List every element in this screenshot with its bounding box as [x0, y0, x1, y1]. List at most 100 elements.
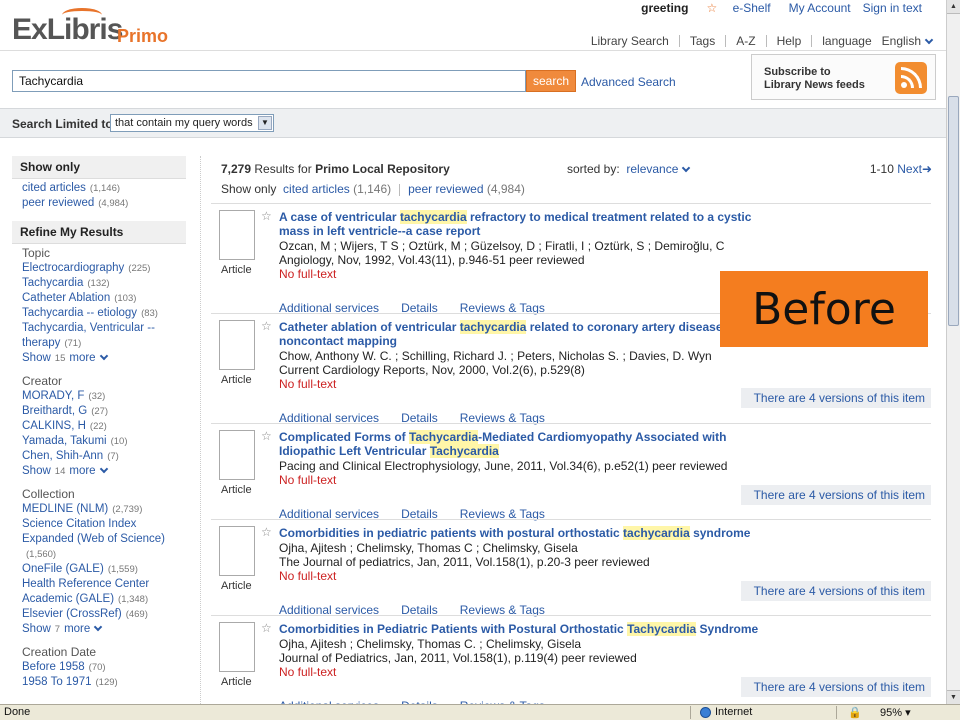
- language-value: English: [881, 34, 921, 48]
- result-title[interactable]: Comorbidities in pediatric patients with…: [279, 526, 779, 540]
- facet-item[interactable]: Breithardt, G (27): [22, 404, 186, 419]
- before-overlay-label: Before: [720, 271, 928, 347]
- facet-item[interactable]: Tachycardia, Ventricular -- therapy (71): [22, 321, 186, 351]
- next-page-link[interactable]: Next: [897, 162, 922, 176]
- facet-item[interactable]: Yamada, Takumi (10): [22, 434, 186, 449]
- scroll-thumb[interactable]: [948, 96, 959, 326]
- vertical-scrollbar[interactable]: ▲ ▼: [946, 0, 960, 704]
- results-panel: 7,279 Results for Primo Local Repository…: [200, 156, 940, 704]
- status-text: Done: [4, 706, 31, 718]
- scroll-down-icon[interactable]: ▼: [947, 690, 960, 704]
- nav-help[interactable]: Help: [765, 35, 812, 47]
- collection-show-more[interactable]: Show 7 more: [22, 622, 186, 637]
- dropdown-arrow-icon[interactable]: ▼: [258, 116, 272, 130]
- chevron-down-icon: [94, 622, 103, 632]
- result-thumbnail[interactable]: [219, 526, 255, 576]
- sign-in-link[interactable]: Sign in text: [857, 1, 928, 15]
- rss-icon[interactable]: [895, 62, 927, 94]
- nav-library-search[interactable]: Library Search: [581, 35, 679, 47]
- result-thumbnail[interactable]: [219, 430, 255, 480]
- rss-text-line1: Subscribe to: [764, 66, 831, 78]
- no-fulltext: No full-text: [279, 665, 337, 679]
- versions-link[interactable]: There are 4 versions of this item: [741, 581, 931, 601]
- result-source: Current Cardiology Reports, Nov, 2000, V…: [279, 363, 585, 377]
- chevron-down-icon: [682, 163, 691, 173]
- result-title[interactable]: A case of ventricular tachycardia refrac…: [279, 210, 779, 238]
- search-limit-value: that contain my query words: [115, 117, 253, 129]
- result-title[interactable]: Comorbidities in Pediatric Patients with…: [279, 622, 779, 636]
- results-show-only: Show only cited articles (1,146) peer rev…: [221, 182, 525, 196]
- result-thumbnail[interactable]: [219, 320, 255, 370]
- my-account-link[interactable]: My Account: [783, 1, 857, 15]
- result-title[interactable]: Catheter ablation of ventricular tachyca…: [279, 320, 779, 348]
- top-links: greeting ☆ e-Shelf My Account Sign in te…: [635, 0, 928, 16]
- nav-tags[interactable]: Tags: [678, 35, 725, 47]
- sort-control[interactable]: sorted by: relevance: [567, 162, 691, 176]
- eshelf-link[interactable]: ☆ e-Shelf: [694, 1, 782, 15]
- result-source: Journal of Pediatrics, Jan, 2011, Vol.15…: [279, 651, 637, 665]
- pager: 1-10 Next➜: [869, 162, 932, 176]
- star-icon[interactable]: ☆: [261, 209, 272, 223]
- search-input[interactable]: Tachycardia: [12, 70, 526, 92]
- result-title[interactable]: Complicated Forms of Tachycardia-Mediate…: [279, 430, 779, 458]
- arrow-right-icon[interactable]: ➜: [922, 162, 932, 176]
- result-item: Article ☆ Comorbidities in pediatric pat…: [211, 519, 931, 617]
- topic-show-more[interactable]: Show 15 more: [22, 351, 186, 366]
- no-fulltext: No full-text: [279, 267, 337, 281]
- facet-creator-heading: Creator: [22, 374, 63, 388]
- rss-subscribe-box[interactable]: Subscribe to Library News feeds: [751, 54, 936, 100]
- scroll-up-icon[interactable]: ▲: [947, 0, 960, 14]
- facet-item[interactable]: OneFile (GALE) (1,559): [22, 562, 186, 577]
- show-only-heading: Show only: [12, 156, 186, 179]
- facet-item[interactable]: MEDLINE (NLM) (2,739): [22, 502, 186, 517]
- result-item: Article ☆ Comorbidities in Pediatric Pat…: [211, 615, 931, 704]
- facet-item[interactable]: Electrocardiography (225): [22, 261, 186, 276]
- facet-item[interactable]: CALKINS, H (22): [22, 419, 186, 434]
- facet-peer-reviewed[interactable]: peer reviewed (4,984): [22, 196, 186, 211]
- no-fulltext: No full-text: [279, 569, 337, 583]
- star-icon[interactable]: ☆: [261, 319, 272, 333]
- facet-item[interactable]: Catheter Ablation (103): [22, 291, 186, 306]
- star-icon[interactable]: ☆: [261, 525, 272, 539]
- star-icon[interactable]: ☆: [261, 429, 272, 443]
- facet-item[interactable]: Health Reference Center Academic (GALE)(…: [22, 577, 186, 607]
- chevron-down-icon: [99, 351, 108, 361]
- result-source: The Journal of pediatrics, Jan, 2011, Vo…: [279, 555, 650, 569]
- advanced-search-link[interactable]: Advanced Search: [581, 75, 676, 89]
- facet-item[interactable]: Before 1958 (70): [22, 660, 186, 675]
- result-authors: Ojha, Ajitesh ; Chelimsky, Thomas C ; Ch…: [279, 541, 578, 555]
- facet-item[interactable]: MORADY, F (32): [22, 389, 186, 404]
- facet-item[interactable]: Tachycardia -- etiology (83): [22, 306, 186, 321]
- search-limit-bar: Search Limited to: that contain my query…: [0, 108, 946, 138]
- facet-item[interactable]: Science Citation Index Expanded (Web of …: [22, 517, 186, 562]
- language-select[interactable]: English: [881, 34, 934, 48]
- creator-show-more[interactable]: Show 14 more: [22, 464, 186, 479]
- rss-text: Subscribe to Library News feeds: [764, 66, 884, 92]
- security-zone: Internet: [700, 706, 752, 718]
- search-limit-select[interactable]: that contain my query words ▼: [110, 114, 274, 132]
- no-fulltext: No full-text: [279, 473, 337, 487]
- status-bar: Done Internet 🔒 95% ▾: [0, 704, 960, 720]
- filter-cited-articles[interactable]: cited articles: [283, 182, 350, 196]
- nav-a-z[interactable]: A-Z: [725, 35, 765, 47]
- star-icon[interactable]: ☆: [261, 621, 272, 635]
- facet-item[interactable]: Elsevier (CrossRef) (469): [22, 607, 186, 622]
- result-thumbnail[interactable]: [219, 622, 255, 672]
- result-thumbnail[interactable]: [219, 210, 255, 260]
- zoom-level[interactable]: 95% ▾: [880, 706, 911, 719]
- refine-sidebar: Show only cited articles (1,146) peer rev…: [12, 156, 186, 704]
- versions-link[interactable]: There are 4 versions of this item: [741, 485, 931, 505]
- result-item: Article ☆ Complicated Forms of Tachycard…: [211, 423, 931, 521]
- facet-cited-articles[interactable]: cited articles (1,146): [22, 181, 186, 196]
- facet-item[interactable]: Tachycardia (132): [22, 276, 186, 291]
- filter-peer-reviewed[interactable]: peer reviewed: [408, 182, 483, 196]
- logo-exlibris[interactable]: ExLibris: [12, 14, 123, 46]
- versions-link[interactable]: There are 4 versions of this item: [741, 677, 931, 697]
- search-button[interactable]: search: [526, 70, 576, 92]
- versions-link[interactable]: There are 4 versions of this item: [741, 388, 931, 408]
- refine-heading: Refine My Results: [12, 221, 186, 244]
- header: ExLibris Primo greeting ☆ e-Shelf My Acc…: [0, 0, 946, 104]
- facet-item[interactable]: Chen, Shih-Ann (7): [22, 449, 186, 464]
- rss-text-line2: Library News feeds: [764, 79, 865, 91]
- facet-item[interactable]: 1958 To 1971 (129): [22, 675, 186, 690]
